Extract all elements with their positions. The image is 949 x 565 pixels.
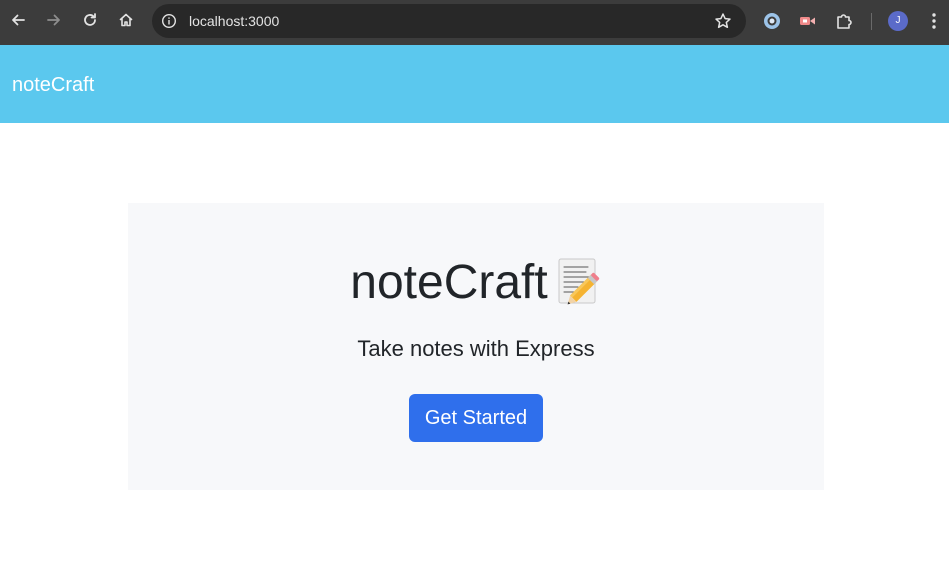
arrow-left-icon	[12, 14, 25, 26]
browser-toolbar: localhost:3000 J	[0, 0, 949, 45]
info-icon[interactable]	[161, 13, 177, 29]
navbar-brand-link[interactable]: noteCraft	[12, 73, 94, 97]
app-navbar: noteCraft	[0, 45, 949, 123]
puzzle-icon[interactable]	[834, 11, 854, 31]
home-button[interactable]	[115, 9, 137, 31]
toolbar-divider	[871, 13, 872, 30]
home-icon	[119, 13, 133, 27]
url-text[interactable]: localhost:3000	[189, 4, 279, 38]
hero-subtitle: Take notes with Express	[357, 336, 595, 361]
memo-pencil-icon	[558, 258, 599, 305]
extension-icon[interactable]	[762, 11, 782, 31]
reload-icon	[84, 13, 96, 26]
back-button[interactable]	[7, 9, 29, 31]
hero-title: noteCraft	[128, 255, 824, 311]
three-dots-icon[interactable]	[926, 12, 942, 30]
arrow-right-icon	[47, 14, 60, 26]
star-icon[interactable]	[714, 12, 732, 30]
forward-button[interactable]	[43, 9, 65, 31]
address-bar[interactable]: localhost:3000	[152, 4, 746, 38]
hero-title-text: noteCraft	[350, 256, 548, 309]
profile-avatar[interactable]: J	[888, 11, 908, 31]
reload-button[interactable]	[79, 9, 101, 31]
get-started-button[interactable]: Get Started	[409, 394, 543, 442]
screen-recorder-icon[interactable]	[797, 11, 817, 31]
hero-section: noteCraft Take notes with Express Get St…	[128, 203, 824, 490]
